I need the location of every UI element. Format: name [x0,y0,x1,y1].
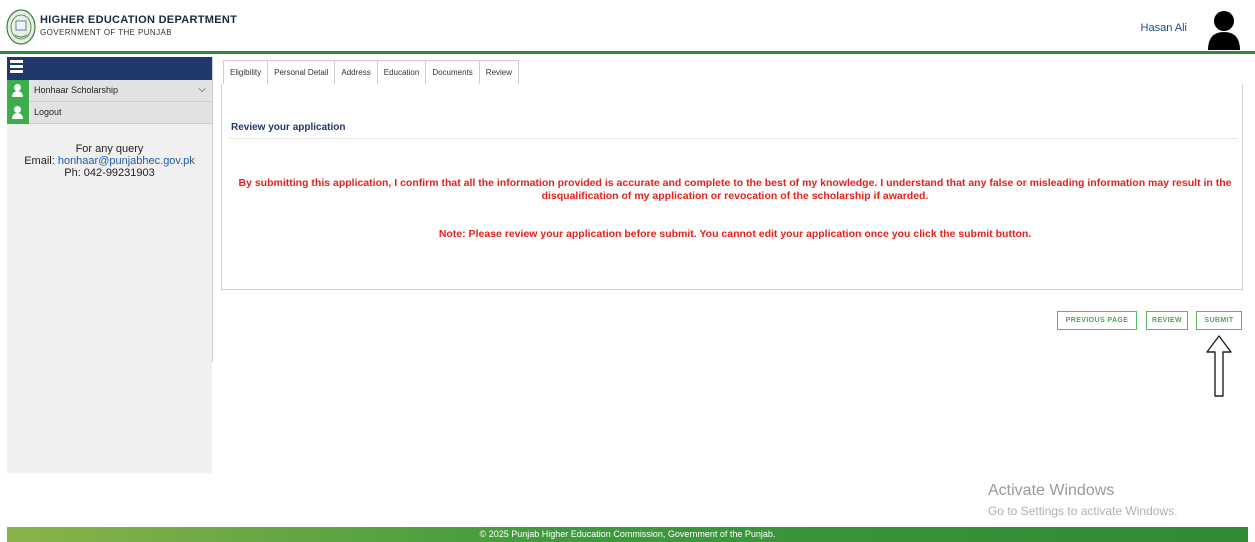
tab-bar: Eligibility Personal Detail Address Educ… [223,60,520,85]
user-name[interactable]: Hasan Ali [1141,22,1187,34]
department-title: HIGHER EDUCATION DEPARTMENT [40,14,238,26]
tab-eligibility[interactable]: Eligibility [223,60,268,85]
query-heading: For any query [75,143,144,155]
query-email-line: Email: honhaar@punjabhec.gov.pk [7,155,212,167]
activate-windows-subtitle: Go to Settings to activate Windows. [988,504,1178,518]
chevron-down-icon[interactable]: ⌵ [198,84,206,95]
department-subtitle: GOVERNMENT OF THE PUNJAB [40,28,172,37]
confirmation-statement: By submitting this application, I confir… [238,177,1232,202]
user-icon [7,102,29,124]
previous-page-button[interactable]: PREVIOUS PAGE [1057,311,1137,330]
header: HIGHER EDUCATION DEPARTMENT GOVERNMENT O… [0,0,1255,54]
punjab-emblem-icon [6,9,36,45]
sidebar-item-label: Honhaar Scholarship [34,85,119,95]
arrow-up-icon [1206,335,1232,397]
user-icon [7,80,29,102]
footer: © 2025 Punjab Higher Education Commissio… [7,527,1248,542]
page: HIGHER EDUCATION DEPARTMENT GOVERNMENT O… [0,0,1255,542]
sidebar-divider [212,57,213,362]
tab-address[interactable]: Address [334,60,377,85]
sidebar-item-honhaar-scholarship[interactable]: Honhaar Scholarship ⌵ [7,80,212,102]
user-avatar-icon[interactable] [1207,8,1241,50]
email-link[interactable]: honhaar@punjabhec.gov.pk [58,155,195,167]
query-contact: For any query Email: honhaar@punjabhec.g… [7,143,212,179]
tab-personal-detail[interactable]: Personal Detail [267,60,335,85]
sidebar: Honhaar Scholarship ⌵ Logout For any que… [7,57,212,473]
footer-copyright: © 2025 Punjab Higher Education Commissio… [479,529,776,539]
sidebar-item-label: Logout [34,107,62,117]
query-phone: Ph: 042-99231903 [64,167,155,179]
hamburger-menu-icon[interactable] [10,60,23,75]
email-label: Email: [24,155,55,167]
review-button[interactable]: REVIEW [1146,311,1188,330]
sidebar-menu-bar [7,57,212,80]
sidebar-item-logout[interactable]: Logout [7,102,212,124]
review-heading: Review your application [231,122,346,133]
tab-review[interactable]: Review [478,60,520,85]
submit-note: Note: Please review your application bef… [438,228,1032,240]
tab-education[interactable]: Education [376,60,426,85]
tab-documents[interactable]: Documents [425,60,479,85]
submit-button[interactable]: SUBMIT [1196,311,1242,330]
activate-windows-title: Activate Windows [988,482,1115,499]
review-panel: Review your application By submitting th… [221,84,1243,290]
divider [228,138,1238,139]
